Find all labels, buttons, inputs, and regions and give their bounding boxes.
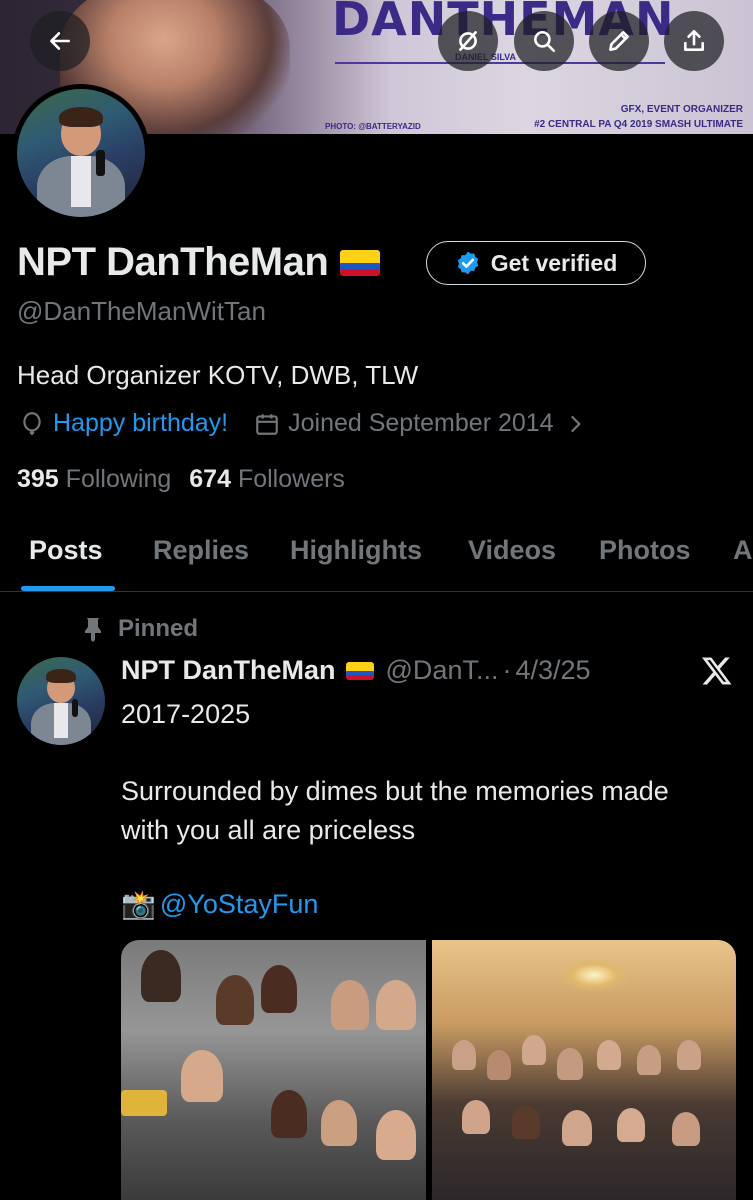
birthday-text[interactable]: Happy birthday! (53, 409, 228, 438)
colombia-flag-icon (340, 249, 381, 276)
search-button[interactable] (514, 11, 574, 71)
post-author-handle[interactable]: @DanT... (386, 655, 499, 686)
chevron-right-icon[interactable] (562, 411, 588, 437)
banner-caption-1: GFX, EVENT ORGANIZER (620, 104, 743, 115)
post-mention-line: 📸 @YoStayFun (121, 888, 318, 921)
following-count: 395 (17, 465, 59, 493)
active-tab-indicator (21, 586, 115, 591)
share-icon (684, 29, 704, 51)
profile-name-row: NPT DanTheMan (17, 240, 381, 285)
calendar-icon (256, 413, 278, 435)
tab-articles[interactable]: A (733, 535, 753, 566)
follow-stats: 395 Following 674 Followers (17, 465, 345, 494)
chandelier (559, 958, 630, 992)
tab-videos[interactable]: Videos (468, 535, 556, 566)
post-text: 2017-2025 Surrounded by dimes but the me… (121, 699, 669, 846)
profile-name: NPT DanTheMan (17, 240, 329, 284)
profile-handle: @DanTheManWitTan (17, 296, 266, 326)
colombia-flag-icon (345, 661, 374, 680)
post-author-name[interactable]: NPT DanTheMan (121, 655, 336, 686)
post-media (121, 940, 736, 1200)
arrow-left-icon (50, 32, 70, 50)
tab-photos[interactable]: Photos (599, 535, 691, 566)
grok-button[interactable] (438, 11, 498, 71)
grok-icon (459, 31, 477, 51)
followers-count: 674 (189, 465, 231, 493)
get-verified-button[interactable]: Get verified (426, 241, 646, 285)
verified-badge-icon (455, 250, 481, 276)
back-button[interactable] (30, 11, 90, 71)
get-verified-label: Get verified (490, 249, 618, 276)
post-photo-1[interactable] (121, 940, 426, 1200)
post-header: NPT DanTheMan @DanT... · 4/3/25 (121, 655, 591, 686)
following-link[interactable]: 395 Following (17, 465, 171, 494)
search-icon (534, 31, 556, 53)
camera-flash-icon: 📸 (121, 889, 156, 920)
post-separator: · (502, 655, 512, 685)
post-date[interactable]: 4/3/25 (515, 655, 590, 686)
mention-link[interactable]: @YoStayFun (160, 889, 319, 920)
tab-highlights[interactable]: Highlights (290, 535, 422, 566)
edit-button[interactable] (589, 11, 649, 71)
profile-bio: Head Organizer KOTV, DWB, TLW (17, 360, 419, 390)
followers-link[interactable]: 674 Followers (189, 465, 345, 494)
banner-photo-credit: PHOTO: @BATTERYAZID (325, 122, 421, 131)
post-photo-2[interactable] (431, 940, 736, 1200)
share-button[interactable] (664, 11, 724, 71)
post-author-avatar[interactable] (17, 657, 105, 745)
x-logo-icon[interactable] (700, 654, 734, 688)
profile-avatar[interactable] (12, 84, 150, 222)
balloon-icon (23, 411, 41, 435)
following-label: Following (65, 465, 172, 493)
profile-tabs: Posts Replies Highlights Videos Photos A (0, 520, 753, 592)
profile-meta-row: Happy birthday! Joined September 2014 (19, 409, 588, 438)
tab-replies[interactable]: Replies (153, 535, 249, 566)
pin-icon (85, 618, 101, 642)
joined-date[interactable]: Joined September 2014 (288, 409, 553, 438)
tab-posts[interactable]: Posts (29, 535, 103, 566)
followers-label: Followers (237, 465, 345, 493)
banner-caption-2: #2 CENTRAL PA Q4 2019 SMASH ULTIMATE (534, 119, 743, 130)
pinned-indicator: Pinned (82, 615, 198, 643)
pinned-label: Pinned (118, 615, 199, 642)
pencil-icon (609, 31, 629, 51)
